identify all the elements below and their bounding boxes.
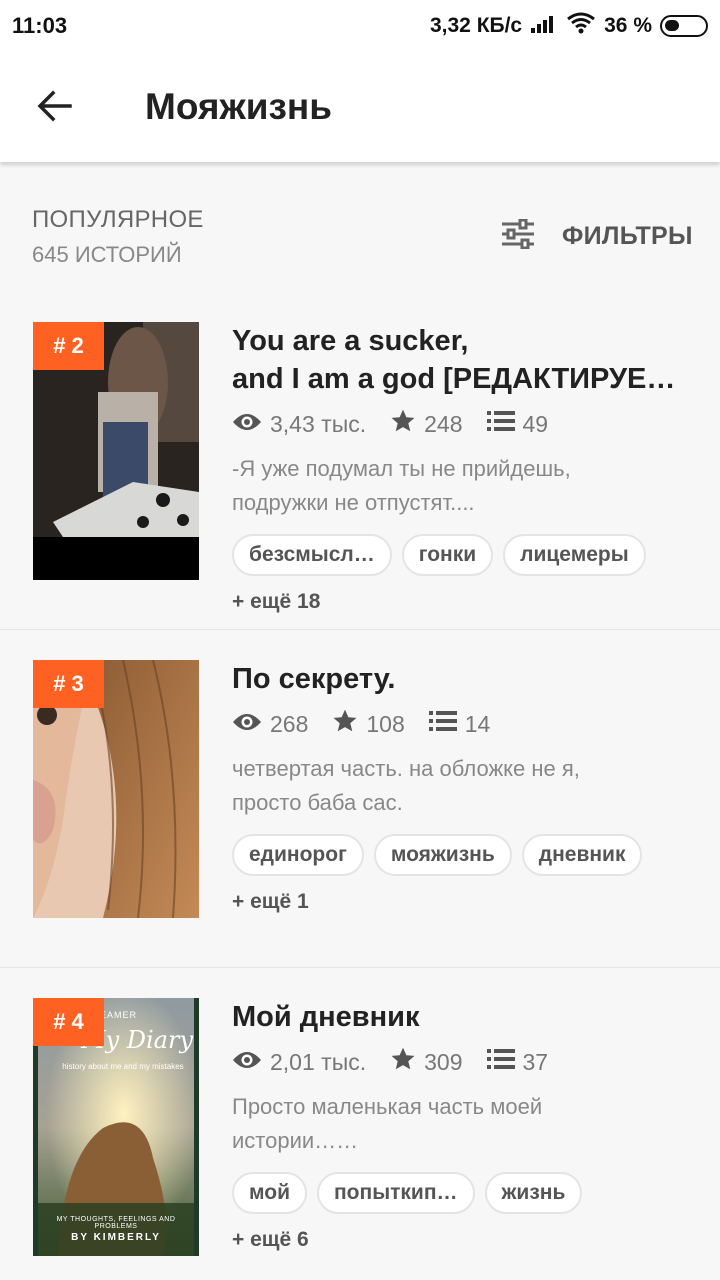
tag-chip[interactable]: мояжизнь — [373, 834, 512, 876]
story-title-line1[interactable]: You are a sucker, — [232, 322, 692, 360]
story-title[interactable]: По секрету. — [232, 660, 692, 698]
star-icon — [390, 408, 416, 440]
sliders-icon — [500, 218, 536, 254]
wifi-icon — [566, 12, 596, 40]
story-info: По секрету. 268 108 14 четвертая часть. … — [232, 660, 692, 914]
cover-text-author: BY KIMBERLY — [71, 1232, 161, 1243]
story-title[interactable]: Мой дневник — [232, 998, 692, 1036]
tag-chip[interactable]: безсмысл… — [232, 534, 392, 576]
story-title-line2[interactable]: and I am a god [РЕДАКТИРУЕ… — [232, 360, 692, 398]
story-description: -Я уже подумал ты не прийдешь, подружки … — [232, 452, 692, 520]
description-line: подружки не отпустят.... — [232, 490, 475, 515]
back-button[interactable] — [22, 76, 86, 140]
story-stats: 2,01 тыс. 309 37 — [232, 1044, 692, 1080]
description-line: -Я уже подумал ты не прийдешь, — [232, 456, 571, 481]
story-description: Просто маленькая часть моей истории…… — [232, 1090, 692, 1158]
vote-count: 248 — [424, 410, 463, 437]
tag-list: единорог мояжизнь дневник — [232, 834, 692, 876]
story-info: Мой дневник 2,01 тыс. 309 37 Просто мале… — [232, 998, 692, 1252]
star-icon — [332, 708, 358, 740]
tag-chip[interactable]: мой — [232, 1172, 307, 1214]
battery-level: 36 % — [604, 14, 652, 37]
eye-icon — [232, 1049, 262, 1076]
story-stats: 3,43 тыс. 248 49 — [232, 406, 692, 442]
signal-icon — [530, 13, 558, 39]
filters-label: ФИЛЬТРЫ — [562, 221, 693, 250]
rank-badge: # 2 — [33, 322, 104, 370]
cover-text-caption: MY THOUGHTS, FEELINGS AND PROBLEMS — [56, 1216, 176, 1230]
tag-chip[interactable]: жизнь — [484, 1172, 583, 1214]
star-icon — [390, 1046, 416, 1078]
more-tags-link[interactable]: + ещё 1 — [232, 890, 692, 914]
tag-list: мой попыткип… жизнь — [232, 1172, 692, 1214]
part-count: 14 — [464, 710, 491, 737]
view-count: 3,43 тыс. — [270, 410, 367, 437]
tag-chip[interactable]: попыткип… — [317, 1172, 475, 1214]
filters-button[interactable]: ФИЛЬТРЫ — [500, 214, 693, 258]
list-icon — [428, 710, 457, 738]
cover-text-sub: history about me and my mistakes — [62, 1062, 184, 1071]
list-icon — [486, 1048, 515, 1076]
part-count: 37 — [522, 1048, 549, 1075]
battery-icon — [660, 15, 708, 37]
story-card[interactable]: # 2 You are a sucker, and I am a god [РЕ… — [0, 292, 720, 630]
rank-badge: # 3 — [33, 660, 104, 708]
description-line: просто баба сас. — [232, 790, 403, 815]
story-info: You are a sucker, and I am a god [РЕДАКТ… — [232, 322, 692, 614]
part-count: 49 — [522, 410, 549, 437]
eye-icon — [232, 411, 262, 438]
story-card[interactable]: DREAMER My Diary history about me and my… — [0, 968, 720, 1280]
network-speed: 3,32 КБ/с — [429, 14, 523, 37]
rank-badge: # 4 — [33, 998, 104, 1046]
page-title: Мояжизнь — [145, 86, 332, 127]
description-line: Просто маленькая часть моей — [232, 1094, 543, 1119]
more-tags-link[interactable]: + ещё 18 — [232, 590, 692, 614]
vote-count: 309 — [424, 1048, 463, 1075]
more-tags-link[interactable]: + ещё 6 — [232, 1228, 692, 1252]
app-bar: Мояжизнь — [0, 52, 720, 162]
tag-chip[interactable]: гонки — [401, 534, 494, 576]
vote-count: 108 — [366, 710, 405, 737]
view-count: 268 — [270, 710, 309, 737]
story-description: четвертая часть. на обложке не я, просто… — [232, 752, 692, 820]
tag-list: безсмысл… гонки лицемеры — [232, 534, 692, 576]
status-time: 11:03 — [12, 13, 68, 38]
view-count: 2,01 тыс. — [270, 1048, 367, 1075]
sort-label: ПОПУЛЯРНОЕ — [32, 206, 204, 233]
tag-chip[interactable]: дневник — [521, 834, 643, 876]
arrow-left-icon — [36, 90, 72, 127]
story-count: 645 ИСТОРИЙ — [32, 242, 182, 267]
list-icon — [486, 410, 515, 438]
eye-icon — [232, 711, 262, 738]
list-header: ПОПУЛЯРНОЕ 645 ИСТОРИЙ ФИЛЬТРЫ — [0, 162, 720, 292]
description-line: истории…… — [232, 1128, 359, 1153]
tag-chip[interactable]: лицемеры — [503, 534, 646, 576]
description-line: четвертая часть. на обложке не я, — [232, 756, 580, 781]
tag-chip[interactable]: единорог — [232, 834, 364, 876]
status-bar: 11:03 3,32 КБ/с 36 % — [0, 0, 720, 52]
story-card[interactable]: # 3 По секрету. 268 108 14 четвертая час… — [0, 630, 720, 968]
story-stats: 268 108 14 — [232, 706, 692, 742]
